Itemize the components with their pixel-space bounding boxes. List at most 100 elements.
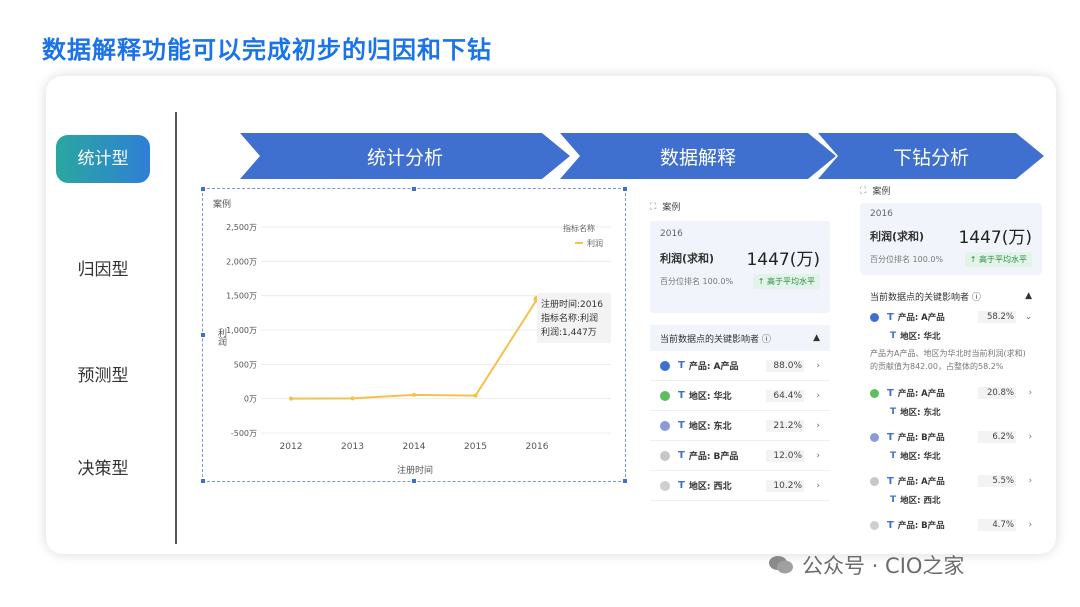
dimension-icon: T	[890, 451, 897, 461]
data-point[interactable]	[289, 396, 293, 401]
factor-row[interactable]: T 地区: 华北 64.4% ›	[650, 381, 830, 411]
influence-dot	[660, 450, 670, 461]
factor-label: 地区: 西北	[688, 482, 732, 492]
collapse-icon[interactable]: ▲	[1025, 291, 1032, 301]
dimension-icon: T	[887, 519, 894, 531]
sub-factor-label: 地区: 华北	[900, 332, 941, 342]
chevron-right-icon[interactable]: ›	[1016, 388, 1032, 398]
drill-factor-row[interactable]: T 产品: A产品 20.8% ›	[860, 383, 1042, 403]
step-statistical-analysis: 统计分析	[240, 133, 570, 179]
step-drilldown: 下钻分析	[818, 133, 1044, 179]
dimension-icon: T	[887, 387, 894, 399]
factor-label: 产品: A产品	[897, 389, 945, 399]
dimension-icon: T	[887, 431, 894, 443]
sub-factor-label: 地区: 华北	[900, 452, 941, 462]
nav-item-prediction[interactable]: 预测型	[56, 352, 150, 400]
drill-factor-row[interactable]: T 产品: B产品 4.7% ›	[860, 515, 1042, 535]
y-tick-label: 0万	[244, 395, 257, 404]
factor-row[interactable]: T 产品: A产品 88.0% ›	[650, 351, 830, 381]
factor-percent: 4.7%	[978, 519, 1016, 531]
explain-panel: ⛶ 案例 2016 利润(求和) 1447(万) 百分位排名 100.0% ↑ …	[650, 200, 830, 501]
tooltip-line: 利润:1,447万	[541, 326, 597, 338]
tooltip-line: 指标名称:利润	[541, 312, 598, 324]
factor-label: 地区: 东北	[688, 422, 732, 432]
x-axis-label: 注册时间	[397, 464, 433, 476]
contribution-description: 产品为A产品、地区为华北时当前利润(求和)的贡献值为842.00，占整体的58.…	[870, 349, 1026, 371]
dimension-icon: T	[887, 475, 894, 487]
metric-value: 1447(万)	[746, 250, 820, 270]
chevron-right-icon[interactable]: ›	[804, 361, 820, 371]
badge-text: 高于平均水平	[767, 277, 815, 286]
influence-dot	[660, 390, 670, 401]
drill-factor-row[interactable]: T 产品: B产品 6.2% ›	[860, 427, 1042, 447]
chevron-right-icon[interactable]: ›	[1016, 476, 1032, 486]
metric-year: 2016	[660, 229, 683, 239]
chevron-right-icon[interactable]: ›	[804, 481, 820, 491]
metric-value: 1447(万)	[958, 228, 1032, 248]
drill-expanded-row[interactable]: T 产品: A产品 58.2% ⌄	[860, 307, 1042, 327]
factor-percent: 5.5%	[978, 475, 1016, 487]
watermark: 公众号 · CIO之家	[768, 550, 964, 580]
factor-label: 地区: 华北	[688, 392, 732, 402]
factor-label: 产品: A产品	[897, 477, 945, 487]
dimension-icon: T	[678, 480, 685, 491]
help-icon[interactable]: ⓘ	[762, 335, 771, 345]
factors-title: 当前数据点的关键影响者	[660, 334, 760, 345]
legend-title: 指标名称	[563, 223, 595, 233]
chevron-down-icon[interactable]: ⌄	[1016, 312, 1032, 322]
x-tick-label: 2013	[341, 442, 364, 452]
chevron-right-icon[interactable]: ›	[1016, 520, 1032, 530]
influence-dot	[660, 420, 670, 431]
drill-sub-row: T 地区: 西北	[860, 491, 1042, 509]
collapse-icon[interactable]: ▲	[813, 333, 820, 343]
chevron-right-icon[interactable]: ›	[804, 421, 820, 431]
data-point[interactable]	[350, 396, 355, 401]
y-tick-label: 2,500万	[226, 223, 257, 232]
influence-dot	[870, 432, 879, 442]
chevron-right-icon[interactable]: ›	[1016, 432, 1032, 442]
dimension-icon: T	[890, 407, 897, 417]
data-point[interactable]	[412, 392, 416, 397]
drill-factors-header[interactable]: 当前数据点的关键影响者 ⓘ ▲	[860, 285, 1042, 307]
drill-sub-row: T 地区: 华北	[860, 447, 1042, 465]
factors-title: 当前数据点的关键影响者	[870, 292, 970, 303]
chevron-right-icon[interactable]: ›	[804, 391, 820, 401]
watermark-text: 公众号 · CIO之家	[802, 554, 965, 578]
nav-item-decision[interactable]: 决策型	[56, 445, 150, 493]
factor-row[interactable]: T 地区: 东北 21.2% ›	[650, 411, 830, 441]
factor-row[interactable]: T 产品: B产品 12.0% ›	[650, 441, 830, 471]
factor-percent: 12.0%	[766, 449, 804, 462]
chevron-right-icon[interactable]: ›	[804, 451, 820, 461]
badge-text: 高于平均水平	[979, 255, 1027, 264]
dimension-icon: T	[678, 450, 685, 461]
step-label: 数据解释	[659, 146, 736, 169]
nav-item-attribution[interactable]: 归因型	[56, 246, 150, 294]
factors-header[interactable]: 当前数据点的关键影响者 ⓘ ▲	[650, 325, 830, 351]
y-tick-label: 1,000万	[226, 326, 257, 335]
drill-header: ⛶ 案例	[860, 184, 1042, 198]
percentile-rank: 百分位排名 100.0%	[870, 255, 944, 264]
dimension-icon: T	[890, 495, 897, 505]
dimension-icon: T	[678, 420, 685, 431]
nav-item-statistical[interactable]: 统计型	[56, 135, 150, 183]
help-icon[interactable]: ⓘ	[972, 293, 981, 303]
chart-icon: ⛶	[860, 185, 867, 196]
wechat-icon	[769, 556, 793, 574]
sub-factor-label: 地区: 西北	[900, 496, 941, 506]
influence-dot	[870, 476, 879, 486]
factor-percent: 21.2%	[766, 419, 804, 432]
factor-row[interactable]: T 地区: 西北 10.2% ›	[650, 471, 830, 501]
influence-dot	[870, 520, 879, 530]
chart-svg: -500万 0万 500万 1,000万 1,500万 2,000万 2,500万 2012…	[216, 223, 611, 476]
tooltip-line: 注册时间:2016	[541, 298, 603, 310]
factor-percent: 10.2%	[766, 479, 804, 492]
data-point[interactable]	[473, 393, 478, 398]
line-chart-panel[interactable]: 案例 -500万 0万 500万 1,000万 1,500万 2,000万 2,500万 2…	[201, 187, 627, 483]
sub-factor-label: 地区: 东北	[900, 408, 941, 418]
drill-factor-row[interactable]: T 产品: A产品 5.5% ›	[860, 471, 1042, 491]
influence-dot	[870, 312, 879, 322]
legend-item[interactable]: 利润	[587, 238, 603, 248]
factor-percent: 6.2%	[978, 431, 1016, 443]
drill-metric-card: 2016 利润(求和) 1447(万) 百分位排名 100.0% ↑ 高于平均水…	[860, 203, 1042, 275]
dimension-icon: T	[887, 311, 894, 323]
